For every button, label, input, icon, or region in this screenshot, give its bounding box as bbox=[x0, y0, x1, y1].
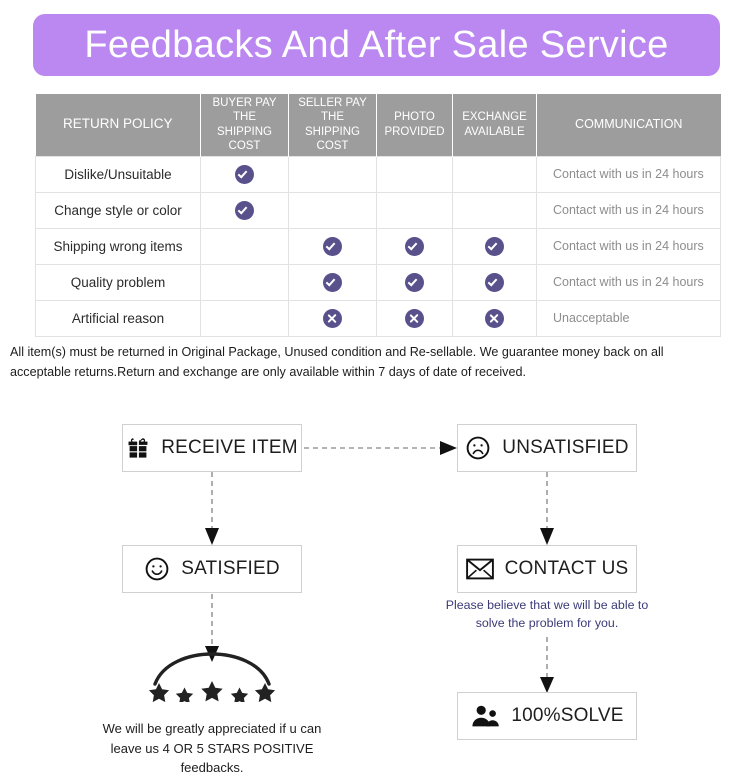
gift-icon bbox=[126, 436, 150, 460]
flow-box-label: RECEIVE ITEM bbox=[161, 437, 298, 458]
after-sale-flowchart: RECEIVE ITEM UNSATISFIED SATISFIED CONTA… bbox=[0, 0, 750, 782]
feedback-request-note: We will be greatly appreciated if u can … bbox=[102, 721, 322, 775]
flow-box-unsatisfied[interactable]: UNSATISFIED bbox=[457, 424, 637, 472]
flow-box-label: 100%SOLVE bbox=[511, 705, 624, 726]
smiley-face-icon bbox=[144, 556, 170, 582]
connector-unsatisfied-to-contact bbox=[540, 472, 554, 545]
connector-contact-to-solve bbox=[540, 637, 554, 693]
flow-box-label: UNSATISFIED bbox=[502, 437, 629, 458]
flow-box-satisfied[interactable]: SATISFIED bbox=[122, 545, 302, 593]
connector-receive-to-unsatisfied bbox=[304, 441, 457, 455]
stars-arc-icon bbox=[148, 652, 275, 704]
contact-us-note: Please believe that we will be able to s… bbox=[445, 598, 649, 630]
flow-box-solve[interactable]: 100%SOLVE bbox=[457, 692, 637, 740]
sad-face-icon bbox=[465, 435, 491, 461]
flow-box-label: SATISFIED bbox=[181, 558, 280, 579]
people-icon bbox=[470, 704, 500, 728]
flow-box-contact-us[interactable]: CONTACT US bbox=[457, 545, 637, 593]
flow-box-label: CONTACT US bbox=[504, 558, 629, 579]
connector-receive-to-satisfied bbox=[205, 472, 219, 545]
rating-stars-graphic bbox=[112, 650, 312, 707]
envelope-icon bbox=[465, 558, 494, 580]
flow-box-receive-item[interactable]: RECEIVE ITEM bbox=[122, 424, 302, 472]
